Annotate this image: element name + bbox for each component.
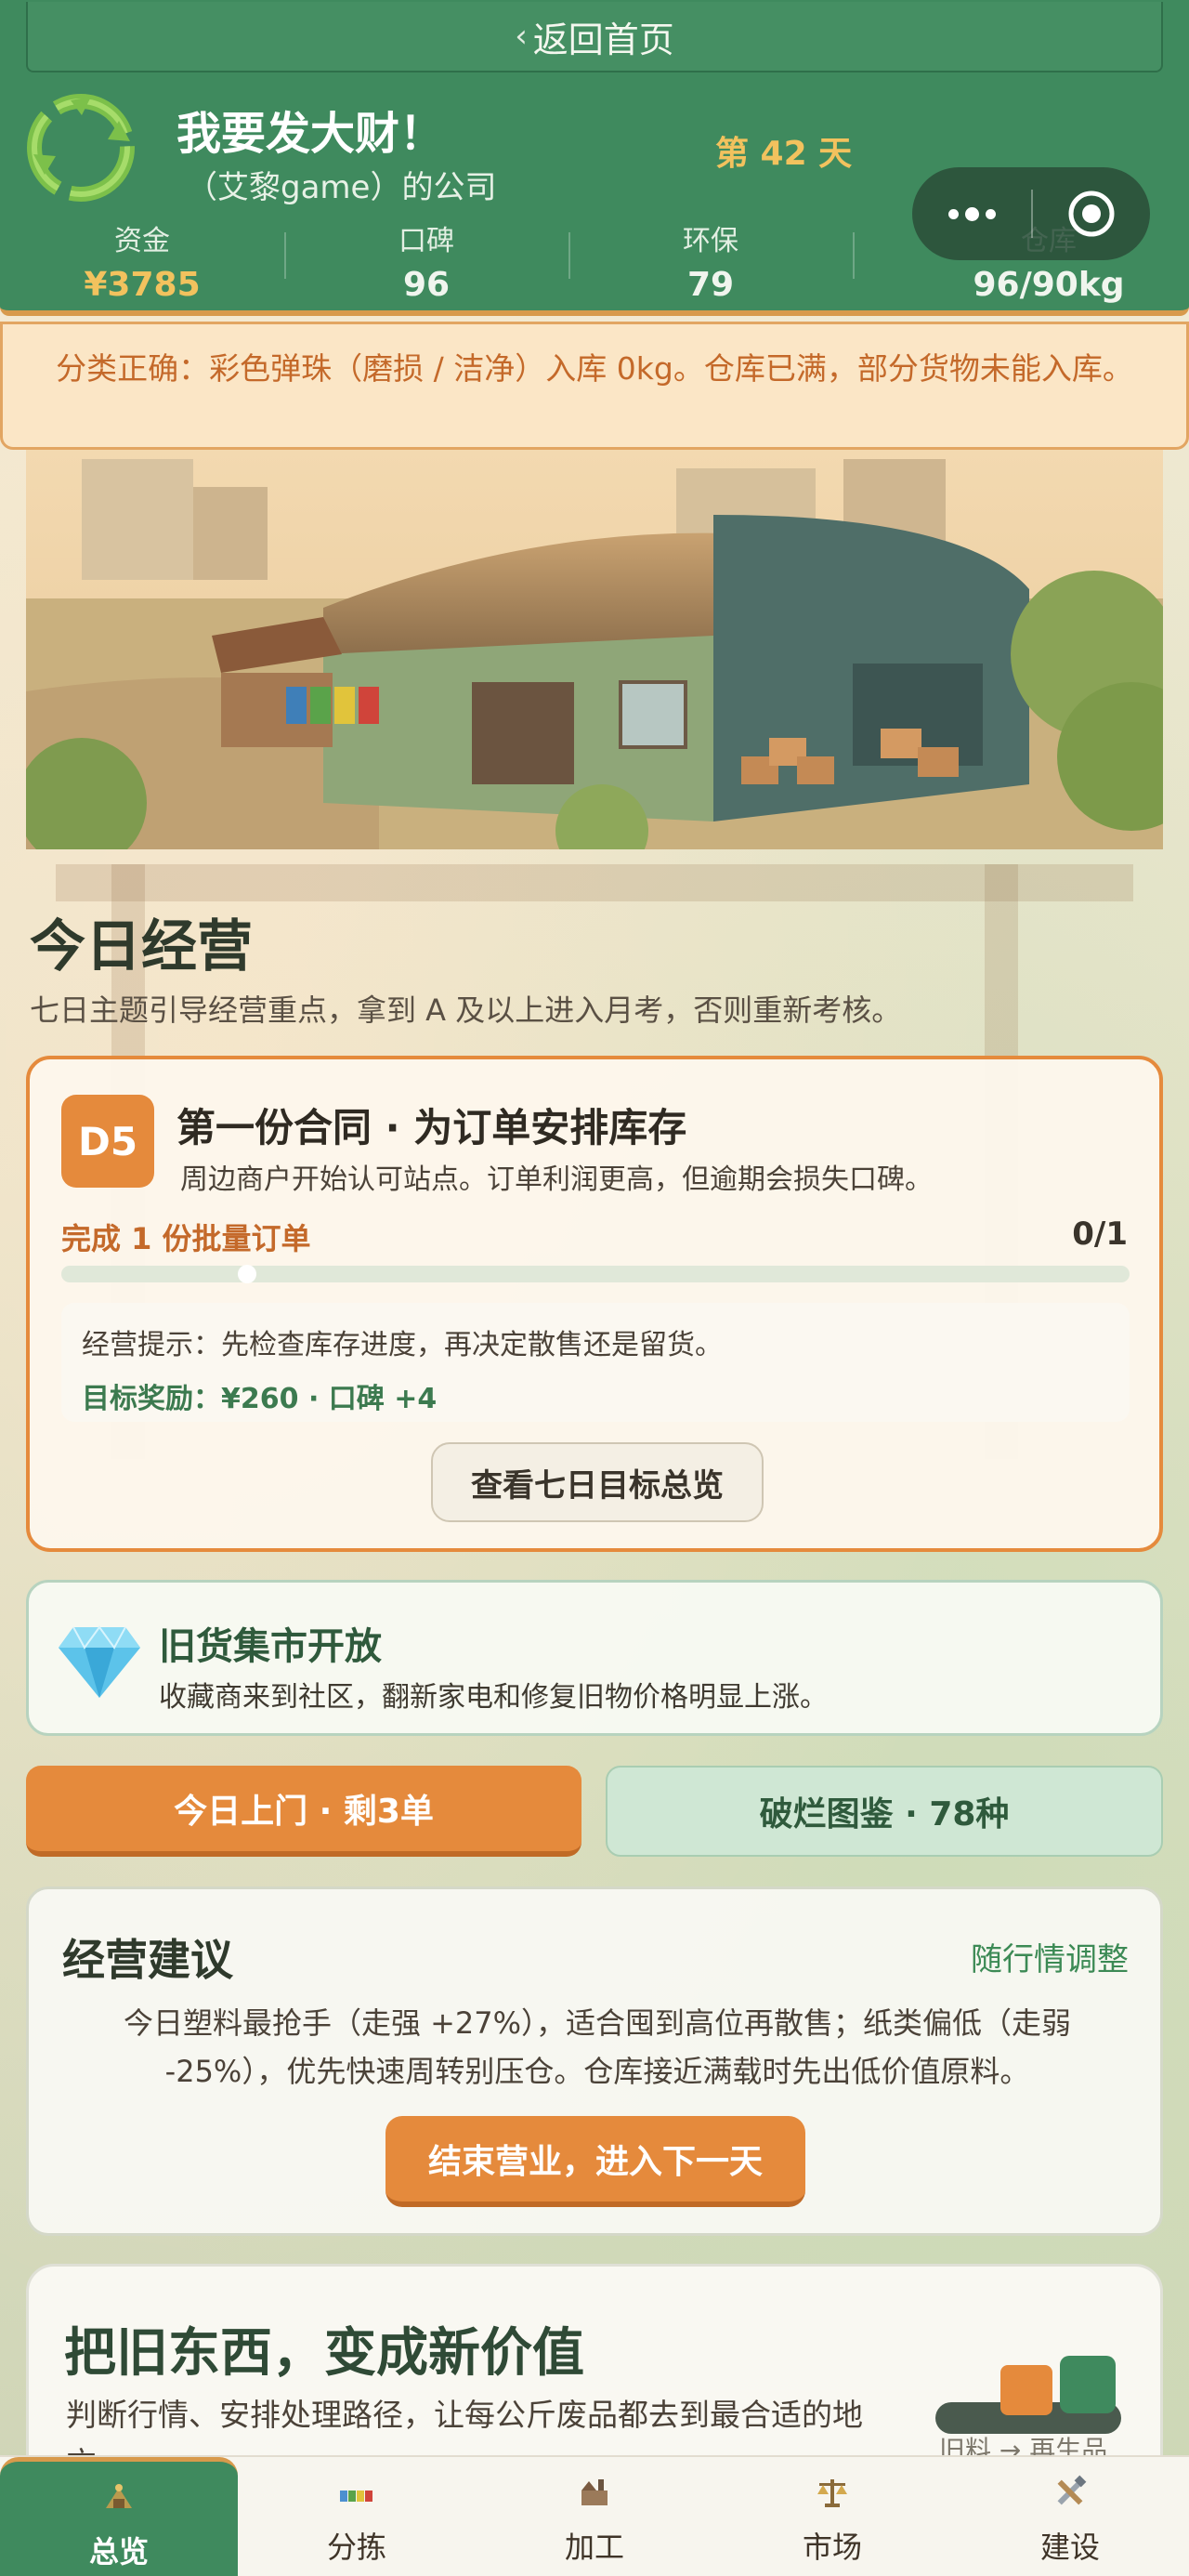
- tab-label: 加工: [564, 2530, 624, 2565]
- task-tip: 经营提示：先检查库存进度，再决定散售还是留货。: [82, 1329, 723, 1361]
- daily-task-card: D5 第一份合同 · 为订单安排库存 周边商户开始认可站点。订单利润更高，但逾期…: [26, 1056, 1163, 1552]
- miniapp-capsule: [912, 167, 1150, 260]
- tab-build[interactable]: 建设: [951, 2457, 1189, 2576]
- sorting-notice: 分类正确：彩色弹珠（磨损 / 洁净）入库 0kg。仓库已满，部分货物未能入库。: [0, 322, 1189, 450]
- stat-value: ¥3785: [84, 266, 201, 304]
- today-visits-button[interactable]: 今日上门 · 剩3单: [26, 1766, 581, 1857]
- stat-reputation: 口碑 96: [284, 212, 568, 305]
- company-header: ‹ 返回首页 我要发大财！ （艾黎game）的公司 第 42 天 资金 ¥378…: [0, 0, 1189, 316]
- more-menu-icon[interactable]: [912, 206, 1031, 221]
- warehouse-illustration: [26, 450, 1163, 849]
- advice-title: 经营建议: [62, 1935, 233, 1985]
- task-title: 第一份合同 · 为订单安排库存: [176, 1105, 687, 1150]
- stat-value: 96: [402, 266, 451, 304]
- stat-label: 口碑: [399, 225, 454, 257]
- background-beam: [56, 864, 1133, 901]
- market-event-title: 旧货集市开放: [159, 1625, 382, 1668]
- promo-title: 把旧东西，变成新价值: [64, 2323, 584, 2384]
- section-title: 今日经营: [30, 914, 253, 979]
- tab-label: 市场: [802, 2530, 862, 2565]
- sorting-icon: [340, 2491, 372, 2502]
- build-icon: [1057, 2475, 1087, 2505]
- market-event-card[interactable]: 旧货集市开放 收藏商来到社区，翻新家电和修复旧物价格明显上涨。: [26, 1580, 1163, 1736]
- back-home-label: 返回首页: [532, 19, 674, 60]
- end-day-button[interactable]: 结束营业，进入下一天: [385, 2116, 805, 2207]
- task-subtitle: 周边商户开始认可站点。订单利润更高，但逾期会损失口碑。: [180, 1163, 933, 1196]
- stat-eco: 环保 79: [568, 212, 853, 305]
- task-tip-box: 经营提示：先检查库存进度，再决定散售还是留货。 目标奖励：¥260 · 口碑 +…: [61, 1303, 1130, 1422]
- task-reward: 目标奖励：¥260 · 口碑 +4: [82, 1383, 438, 1415]
- task-goal: 完成 1 份批量订单: [61, 1221, 311, 1256]
- bottom-tab-bar: 总览 分拣 加工 市场 建设: [0, 2455, 1189, 2576]
- business-advice-card: 经营建议 随行情调整 今日塑料最抢手（走强 +27%），适合囤到高位再散售；纸类…: [26, 1886, 1163, 2236]
- day-counter: 第 42 天: [715, 135, 853, 173]
- tab-label: 建设: [1039, 2530, 1100, 2565]
- recycle-logo-icon: [27, 94, 135, 202]
- section-description: 七日主题引导经营重点，拿到 A 及以上进入月考，否则重新考核。: [30, 992, 902, 1028]
- tab-market[interactable]: 市场: [713, 2457, 951, 2576]
- task-progress-count: 0/1: [1072, 1216, 1128, 1253]
- stat-label: 资金: [114, 225, 170, 257]
- advice-text: 今日塑料最抢手（走强 +27%），适合囤到高位再散售；纸类偏低（走弱 -25%）…: [123, 2005, 1072, 2089]
- diamond-icon: [59, 1625, 140, 1698]
- stat-label: 环保: [683, 225, 738, 257]
- company-name: 我要发大财！: [176, 108, 445, 160]
- advice-tag: 随行情调整: [971, 1941, 1129, 1978]
- processing-icon: [581, 2479, 608, 2505]
- stat-value: 79: [686, 266, 735, 304]
- task-progress-bar: [61, 1265, 1130, 1283]
- tab-sorting[interactable]: 分拣: [238, 2457, 476, 2576]
- market-icon: [817, 2479, 847, 2507]
- day-badge: D5: [61, 1095, 154, 1188]
- junk-catalog-button[interactable]: 破烂图鉴 · 78种: [606, 1766, 1163, 1857]
- overview-icon: [106, 2484, 132, 2508]
- tab-label: 总览: [88, 2534, 149, 2569]
- close-miniapp-icon[interactable]: [1033, 188, 1150, 240]
- progress-knob: [238, 1265, 256, 1283]
- tab-label: 分拣: [326, 2530, 386, 2565]
- company-owner: （艾黎game）的公司: [186, 169, 497, 206]
- market-event-subtitle: 收藏商来到社区，翻新家电和修复旧物价格明显上涨。: [159, 1681, 828, 1714]
- seven-day-overview-button[interactable]: 查看七日目标总览: [431, 1442, 764, 1522]
- stat-value: 96/90kg: [973, 266, 1125, 304]
- tab-processing[interactable]: 加工: [476, 2457, 713, 2576]
- stat-funds: 资金 ¥3785: [0, 212, 284, 305]
- tab-overview[interactable]: 总览: [0, 2457, 238, 2576]
- chevron-left-icon: ‹: [515, 18, 528, 55]
- back-home-button[interactable]: ‹ 返回首页: [26, 2, 1163, 72]
